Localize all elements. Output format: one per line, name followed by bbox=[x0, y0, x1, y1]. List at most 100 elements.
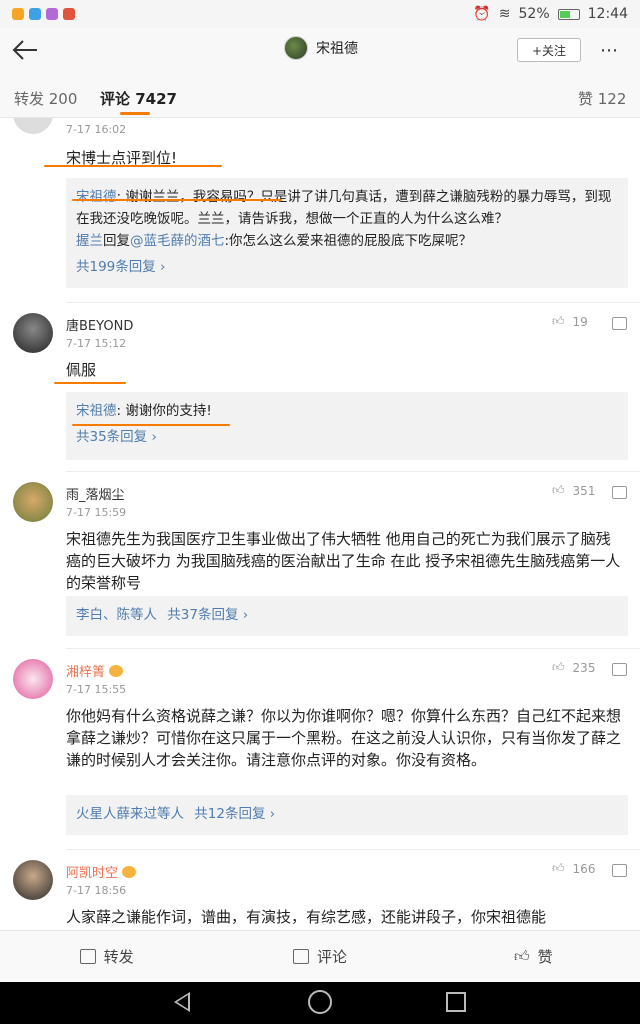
avatar[interactable] bbox=[13, 659, 53, 699]
reply-item: 宋祖德: 谢谢兰兰，我容易吗？只是讲了讲几句真话，遭到薛之谦脑残粉的暴力辱骂，到… bbox=[76, 186, 618, 230]
vip-badge-icon bbox=[109, 665, 124, 677]
reply-icon[interactable] bbox=[612, 317, 627, 330]
commenter-name[interactable]: 湘梓箐 bbox=[66, 661, 124, 680]
comment-label: 评论 bbox=[316, 948, 347, 966]
reply-text: 谢谢兰兰，我容易吗？只是讲了讲几句真话，遭到薛之谦脑残粉的暴力辱骂，到现在我还没… bbox=[76, 189, 612, 227]
profile-header[interactable]: 宋祖德 bbox=[284, 36, 358, 60]
thumbs-up-icon: 👍︎ bbox=[552, 660, 565, 674]
follow-button[interactable]: +关注 bbox=[517, 38, 581, 62]
divider bbox=[66, 302, 640, 303]
comment-time: 7-17 15:12 bbox=[66, 337, 127, 350]
like-count: 166 bbox=[572, 861, 596, 876]
commenter-name[interactable]: 唐BEYOND bbox=[66, 315, 133, 334]
reply-text: :你怎么这么爱来祖德的屁股底下吃屎呢？ bbox=[224, 233, 473, 249]
avatar[interactable] bbox=[13, 860, 53, 900]
comment-text: 人家薛之谦能作词，谱曲，有演技，有综艺感，还能讲段子，你宋祖德能 bbox=[66, 908, 547, 926]
tab-reposts[interactable]: 转发 200 bbox=[14, 88, 77, 109]
reply-box[interactable]: 李白、陈等人 共37条回复 › bbox=[66, 596, 628, 636]
reply-icon[interactable] bbox=[612, 663, 627, 676]
page-title: 宋祖德 bbox=[316, 41, 358, 57]
battery-icon bbox=[557, 8, 580, 20]
like-count: 351 bbox=[572, 483, 596, 498]
like-label: 赞 bbox=[537, 948, 553, 966]
reply-item: 宋祖德: 谢谢你的支持! bbox=[76, 400, 618, 422]
divider bbox=[66, 849, 640, 850]
more-replies-link[interactable]: 共199条回复 › bbox=[76, 256, 618, 278]
vip-badge-icon bbox=[122, 866, 137, 878]
annotation-underline bbox=[72, 424, 230, 426]
like-button[interactable]: 👍︎ 351 bbox=[552, 483, 595, 498]
annotation-underline bbox=[72, 199, 282, 201]
comment-text: 你他妈有什么资格说薛之谦？你以为你谁啊你？嗯？你算什么东西？自己红不起来想拿薛之… bbox=[66, 707, 622, 769]
divider bbox=[66, 648, 640, 649]
comment-time: 7-17 16:02 bbox=[66, 123, 127, 136]
divider bbox=[66, 471, 640, 472]
tab-bar: 转发 200 评论 7427 赞 122 bbox=[0, 72, 640, 118]
more-replies-link[interactable]: 共12条回复 › bbox=[194, 806, 275, 822]
reply-author[interactable]: 宋祖德 bbox=[76, 403, 117, 419]
more-replies-link[interactable]: 共35条回复 › bbox=[76, 426, 618, 448]
repost-icon bbox=[79, 949, 96, 964]
comment-time: 7-17 18:56 bbox=[66, 884, 127, 897]
wifi-icon: ≋ bbox=[498, 6, 511, 22]
commenter-name-text: 阿凯时空 bbox=[66, 866, 119, 881]
reply-box[interactable]: 宋祖德: 谢谢你的支持! 共35条回复 › bbox=[66, 392, 628, 460]
system-recents-icon[interactable] bbox=[446, 992, 466, 1012]
app-notification-icon bbox=[12, 8, 24, 20]
reply-box[interactable]: 火星人薛来过等人 共12条回复 › bbox=[66, 795, 628, 835]
reply-text: 谢谢你的支持! bbox=[125, 403, 212, 419]
like-button[interactable]: 👍︎ 166 bbox=[552, 861, 595, 876]
commenter-name[interactable]: 雨_落烟尘 bbox=[66, 484, 125, 503]
like-button[interactable]: 👍︎ 赞 bbox=[427, 931, 640, 982]
like-count: 235 bbox=[572, 660, 596, 675]
thumbs-up-icon: 👍︎ bbox=[552, 483, 565, 497]
app-notification-icon bbox=[46, 8, 58, 20]
reply-mention[interactable]: @蓝毛薛的酒七 bbox=[130, 233, 225, 249]
comment-button[interactable]: 评论 bbox=[213, 931, 426, 982]
reply-icon[interactable] bbox=[612, 486, 627, 499]
replied-by[interactable]: 李白、陈等人 bbox=[76, 607, 157, 623]
comment-time: 7-17 15:59 bbox=[66, 506, 127, 519]
notification-icons bbox=[12, 8, 75, 20]
like-count: 19 bbox=[572, 314, 588, 329]
weibo-notification-icon bbox=[63, 8, 75, 20]
annotation-underline bbox=[44, 165, 222, 167]
alarm-icon: ⏰ bbox=[473, 6, 491, 22]
reply-item: 握兰回复@蓝毛薛的酒七:你怎么这么爱来祖德的屁股底下吃屎呢？ bbox=[76, 230, 618, 252]
tab-comments[interactable]: 评论 7427 bbox=[100, 88, 177, 109]
more-options-icon[interactable]: ⋯ bbox=[600, 40, 620, 61]
clock: 12:44 bbox=[587, 6, 628, 22]
avatar[interactable] bbox=[13, 482, 53, 522]
reply-box[interactable]: 宋祖德: 谢谢兰兰，我容易吗？只是讲了讲几句真话，遭到薛之谦脑残粉的暴力辱骂，到… bbox=[66, 178, 628, 288]
commenter-name-text: 湘梓箐 bbox=[66, 665, 106, 680]
annotation-underline bbox=[54, 382, 126, 384]
thumbs-up-icon: 👍︎ bbox=[552, 861, 565, 875]
more-replies-link[interactable]: 共37条回复 › bbox=[167, 607, 248, 623]
comment-list[interactable]: 7-17 16:02 宋博士点评到位! 宋祖德: 谢谢兰兰，我容易吗？只是讲了讲… bbox=[0, 118, 640, 930]
replied-by[interactable]: 火星人薛来过等人 bbox=[76, 806, 184, 822]
bottom-action-bar: 转发 评论 👍︎ 赞 bbox=[0, 930, 640, 982]
tab-likes[interactable]: 赞 122 bbox=[578, 88, 626, 109]
avatar[interactable] bbox=[13, 118, 53, 134]
commenter-name[interactable]: 阿凯时空 bbox=[66, 862, 137, 881]
battery-percent: 52% bbox=[518, 6, 550, 22]
top-nav-bar: 宋祖德 +关注 ⋯ bbox=[0, 28, 640, 72]
repost-button[interactable]: 转发 bbox=[0, 931, 213, 982]
like-button[interactable]: 👍︎ 19 bbox=[552, 314, 588, 329]
repost-label: 转发 bbox=[103, 948, 134, 966]
system-home-icon[interactable] bbox=[308, 990, 332, 1014]
comment-text: 宋祖德先生为我国医疗卫生事业做出了伟大牺牲 他用自己的死亡为我们展示了脑残癌的巨… bbox=[66, 530, 621, 592]
avatar[interactable] bbox=[13, 313, 53, 353]
system-navigation-bar bbox=[0, 982, 640, 1024]
thumbs-up-icon: 👍︎ bbox=[552, 314, 565, 328]
thumbs-up-icon: 👍︎ bbox=[513, 947, 530, 965]
reply-icon[interactable] bbox=[612, 864, 627, 877]
app-notification-icon bbox=[29, 8, 41, 20]
reply-word: 回复 bbox=[103, 233, 130, 249]
reply-author[interactable]: 握兰 bbox=[76, 233, 103, 249]
back-arrow-icon[interactable] bbox=[10, 36, 40, 64]
reply-author[interactable]: 宋祖德 bbox=[76, 189, 117, 205]
comment-text: 佩服 bbox=[66, 361, 97, 379]
status-bar: ⏰ ≋ 52% 12:44 bbox=[0, 0, 640, 28]
like-button[interactable]: 👍︎ 235 bbox=[552, 660, 595, 675]
